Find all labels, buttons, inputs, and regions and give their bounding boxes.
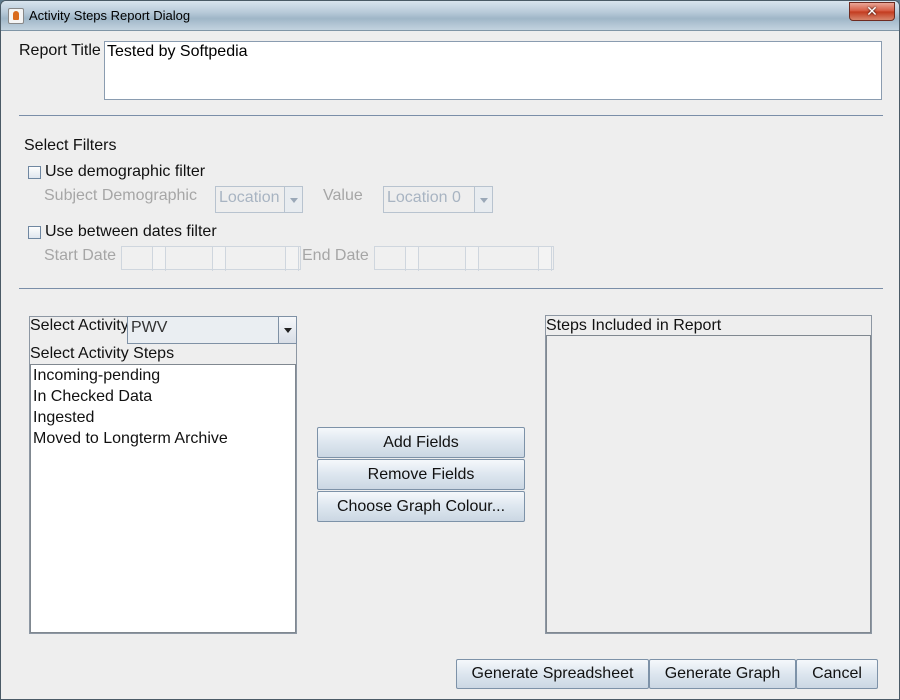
list-item[interactable]: Incoming-pending bbox=[31, 365, 295, 386]
dates-filter-label: Use between dates filter bbox=[45, 223, 217, 240]
activity-steps-list[interactable]: Incoming-pending In Checked Data Ingeste… bbox=[30, 364, 296, 633]
window-title: Activity Steps Report Dialog bbox=[29, 8, 191, 23]
separator-top bbox=[19, 115, 883, 116]
dialog-content: Report Title Tested by Softpedia Select … bbox=[9, 31, 893, 693]
spinner-arrows-icon[interactable] bbox=[285, 247, 299, 271]
value-select[interactable]: Location 0 bbox=[383, 186, 493, 213]
activity-select-value: PWV bbox=[131, 319, 168, 336]
report-title-label: Report Title bbox=[19, 42, 101, 59]
demographic-filter-label: Use demographic filter bbox=[45, 163, 206, 180]
chevron-down-icon bbox=[278, 317, 296, 343]
spinner-arrows-icon[interactable] bbox=[212, 247, 226, 271]
subject-demographic-select[interactable]: Location bbox=[215, 186, 303, 213]
spinner-arrows-icon[interactable] bbox=[538, 247, 552, 271]
separator-middle bbox=[19, 288, 883, 289]
value-label: Value bbox=[323, 187, 363, 204]
title-bar[interactable]: Activity Steps Report Dialog ✕ bbox=[1, 1, 899, 31]
dates-filter-checkbox[interactable] bbox=[28, 226, 41, 239]
activity-select[interactable]: PWV bbox=[127, 316, 297, 344]
steps-included-list[interactable] bbox=[546, 335, 871, 633]
end-date-label: End Date bbox=[302, 247, 369, 264]
remove-fields-button[interactable]: Remove Fields bbox=[317, 459, 525, 490]
select-filters-heading: Select Filters bbox=[24, 137, 117, 154]
start-date-spinner[interactable] bbox=[121, 246, 301, 271]
chevron-down-icon bbox=[474, 187, 492, 212]
generate-graph-button[interactable]: Generate Graph bbox=[649, 659, 796, 689]
close-button[interactable]: ✕ bbox=[849, 2, 895, 21]
cancel-button[interactable]: Cancel bbox=[796, 659, 878, 689]
choose-graph-colour-button[interactable]: Choose Graph Colour... bbox=[317, 491, 525, 522]
subject-demographic-label: Subject Demographic bbox=[44, 187, 197, 204]
chevron-down-icon bbox=[284, 187, 302, 212]
add-fields-button[interactable]: Add Fields bbox=[317, 427, 525, 458]
spinner-arrows-icon[interactable] bbox=[405, 247, 419, 271]
value-select-value: Location 0 bbox=[387, 189, 461, 206]
end-date-spinner[interactable] bbox=[374, 246, 554, 271]
generate-spreadsheet-button[interactable]: Generate Spreadsheet bbox=[456, 659, 649, 689]
report-title-input[interactable]: Tested by Softpedia bbox=[104, 41, 882, 100]
start-date-label: Start Date bbox=[44, 247, 117, 264]
spinner-arrows-icon[interactable] bbox=[152, 247, 166, 271]
list-item[interactable]: Ingested bbox=[31, 407, 295, 428]
spinner-arrows-icon[interactable] bbox=[465, 247, 479, 271]
subject-demographic-value: Location bbox=[219, 189, 280, 206]
steps-included-label: Steps Included in Report bbox=[546, 317, 722, 334]
demographic-filter-checkbox[interactable] bbox=[28, 166, 41, 179]
dialog-window: Activity Steps Report Dialog ✕ Report Ti… bbox=[0, 0, 900, 700]
select-activity-label: Select Activity bbox=[30, 317, 129, 334]
list-item[interactable]: Moved to Longterm Archive bbox=[31, 428, 295, 449]
list-item[interactable]: In Checked Data bbox=[31, 386, 295, 407]
select-activity-steps-label: Select Activity Steps bbox=[30, 345, 175, 362]
java-app-icon bbox=[8, 8, 24, 24]
